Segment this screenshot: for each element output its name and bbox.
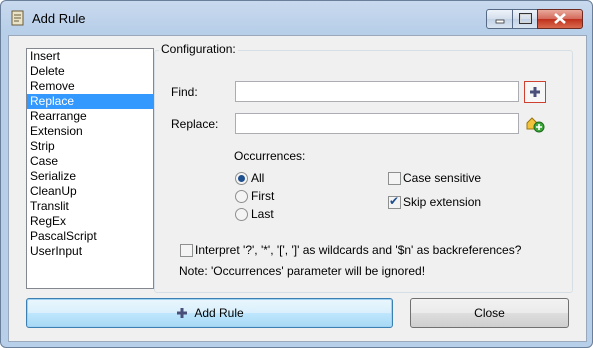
wildcards-label: Interpret '?', '*', '[', ']' as wildcard… [195, 243, 522, 257]
rule-item-rearrange[interactable]: Rearrange [27, 109, 153, 124]
rule-item-cleanup[interactable]: CleanUp [27, 184, 153, 199]
checkmark-icon: ✔ [389, 194, 400, 208]
window-title: Add Rule [32, 11, 86, 26]
minimize-icon [495, 19, 505, 24]
rule-item-delete[interactable]: Delete [27, 64, 153, 79]
close-button-label: Close [474, 306, 505, 320]
skip-extension-label: Skip extension [403, 195, 482, 209]
rule-item-insert[interactable]: Insert [27, 49, 153, 64]
replace-input[interactable] [235, 113, 519, 134]
plus-icon [530, 87, 540, 97]
find-insert-button[interactable] [524, 81, 546, 103]
occurrence-all-label: All [251, 171, 265, 185]
configuration-label: Configuration: [159, 42, 238, 56]
case-sensitive-label: Case sensitive [403, 171, 482, 185]
rule-item-remove[interactable]: Remove [27, 79, 153, 94]
find-label: Find: [171, 85, 198, 99]
occurrence-last-radio[interactable] [235, 208, 248, 221]
add-rule-button-label: Add Rule [194, 306, 244, 320]
rule-item-case[interactable]: Case [27, 154, 153, 169]
occurrences-label: Occurrences: [234, 149, 306, 163]
insert-meta-tag-icon [526, 117, 545, 133]
window-controls [486, 9, 583, 29]
plus-icon [177, 308, 188, 318]
rule-item-replace[interactable]: Replace [27, 94, 153, 109]
wildcards-checkbox[interactable] [180, 244, 193, 257]
rule-item-translit[interactable]: Translit [27, 199, 153, 214]
dialog-body: Insert Delete Remove Replace Rearrange E… [8, 35, 587, 342]
case-sensitive-checkbox[interactable] [388, 172, 401, 185]
add-rule-button[interactable]: Add Rule [26, 298, 393, 328]
replace-insert-button[interactable] [525, 114, 545, 134]
maximize-button[interactable] [512, 9, 539, 29]
rule-item-serialize[interactable]: Serialize [27, 169, 153, 184]
occurrence-first-label: First [251, 189, 275, 203]
rule-app-icon [11, 10, 24, 26]
rule-type-list[interactable]: Insert Delete Remove Replace Rearrange E… [26, 48, 154, 289]
occurrence-last-label: Last [251, 207, 274, 221]
close-icon [554, 13, 566, 24]
close-window-button[interactable] [537, 9, 583, 29]
rule-item-extension[interactable]: Extension [27, 124, 153, 139]
skip-extension-checkbox[interactable]: ✔ [388, 194, 401, 209]
occurrences-note: Note: 'Occurrences' parameter will be ig… [179, 264, 426, 278]
replace-label: Replace: [171, 117, 219, 131]
rule-item-regex[interactable]: RegEx [27, 214, 153, 229]
rule-item-pascalscript[interactable]: PascalScript [27, 229, 153, 244]
rule-item-strip[interactable]: Strip [27, 139, 153, 154]
minimize-button[interactable] [486, 9, 514, 29]
add-rule-dialog: Add Rule Insert Delete Remove Replace Re… [0, 0, 593, 348]
maximize-icon [519, 13, 532, 24]
close-button[interactable]: Close [410, 298, 569, 328]
occurrence-first-radio[interactable] [235, 190, 248, 203]
title-bar[interactable]: Add Rule [1, 1, 592, 35]
rule-item-userinput[interactable]: UserInput [27, 244, 153, 259]
occurrence-all-radio[interactable] [235, 172, 248, 185]
find-input[interactable] [235, 81, 519, 102]
